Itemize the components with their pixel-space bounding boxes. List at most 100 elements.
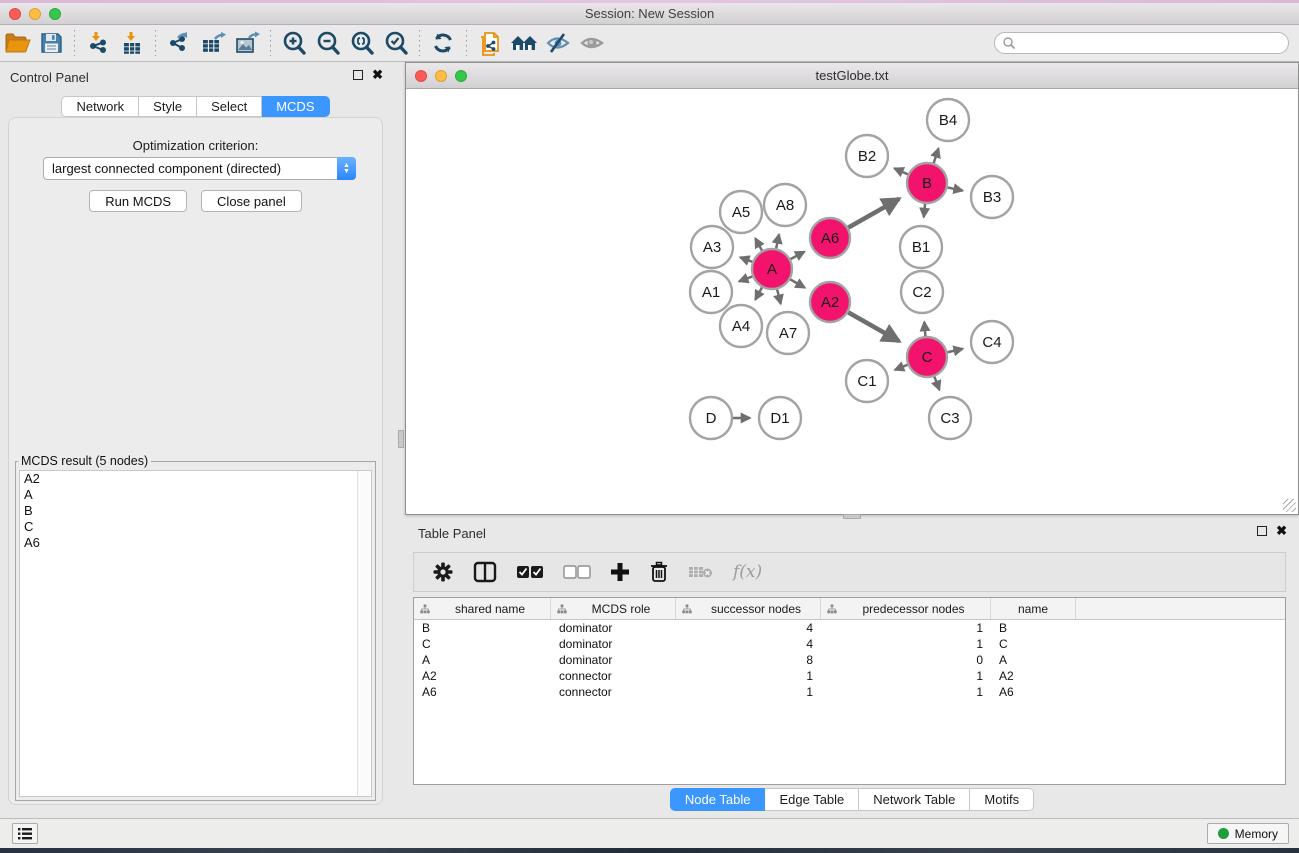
export-table-icon[interactable] bbox=[196, 28, 230, 58]
deselect-all-checkboxes-icon[interactable] bbox=[563, 564, 591, 580]
edge-A-A5[interactable] bbox=[755, 238, 762, 250]
cybrowser-home-icon[interactable] bbox=[507, 28, 541, 58]
table-cell[interactable]: 1 bbox=[676, 669, 821, 683]
table-cell[interactable]: 0 bbox=[821, 653, 991, 667]
edge-B-B1[interactable] bbox=[924, 204, 925, 217]
zoom-out-icon[interactable] bbox=[311, 28, 345, 58]
table-cell[interactable]: 8 bbox=[676, 653, 821, 667]
zoom-selected-icon[interactable] bbox=[379, 28, 413, 58]
function-builder-icon[interactable]: f(x) bbox=[733, 562, 762, 582]
table-cell[interactable]: 1 bbox=[821, 685, 991, 699]
mcds-result-item[interactable]: A bbox=[20, 487, 371, 503]
table-cell[interactable]: A bbox=[991, 653, 1076, 667]
result-scrollbar[interactable] bbox=[357, 471, 371, 796]
refresh-icon[interactable] bbox=[426, 28, 460, 58]
tab-mcds[interactable]: MCDS bbox=[262, 96, 329, 117]
edge-B-B3[interactable] bbox=[948, 187, 963, 190]
memory-button[interactable]: Memory bbox=[1207, 823, 1289, 844]
zoom-fit-icon[interactable] bbox=[345, 28, 379, 58]
delete-table-icon[interactable] bbox=[688, 563, 714, 581]
zoom-in-icon[interactable] bbox=[277, 28, 311, 58]
table-cell[interactable]: A bbox=[414, 653, 551, 667]
show-eye-icon[interactable] bbox=[575, 28, 609, 58]
table-cell[interactable]: 1 bbox=[821, 637, 991, 651]
table-cell[interactable]: B bbox=[414, 621, 551, 635]
table-cell[interactable]: A6 bbox=[414, 685, 551, 699]
column-header-name[interactable]: name bbox=[991, 598, 1076, 619]
network-canvas[interactable]: B4B2BB3A8A5A6A3B1AA1C2A2A4A7C4CC1C3DD1 bbox=[406, 89, 1298, 514]
table-cell[interactable]: 4 bbox=[676, 621, 821, 635]
edge-A-A6[interactable] bbox=[791, 252, 805, 259]
tab-network[interactable]: Network bbox=[61, 96, 139, 117]
table-cell[interactable]: 1 bbox=[821, 621, 991, 635]
open-file-icon[interactable] bbox=[0, 28, 34, 58]
task-history-list-icon[interactable] bbox=[12, 823, 38, 844]
tab-network-table[interactable]: Network Table bbox=[859, 788, 970, 811]
table-cell[interactable]: 4 bbox=[676, 637, 821, 651]
hide-graphics-icon[interactable] bbox=[541, 28, 575, 58]
table-cell[interactable]: dominator bbox=[551, 653, 676, 667]
delete-trash-icon[interactable] bbox=[649, 561, 669, 583]
table-cell[interactable]: C bbox=[991, 637, 1076, 651]
table-row[interactable]: Adominator80A bbox=[414, 652, 1285, 668]
import-network-icon[interactable] bbox=[81, 28, 115, 58]
float-table-panel-icon[interactable] bbox=[1257, 526, 1267, 536]
edge-A-A4[interactable] bbox=[755, 287, 762, 299]
mcds-result-item[interactable]: A2 bbox=[20, 471, 371, 487]
edge-A-A3[interactable] bbox=[740, 257, 752, 261]
search-input[interactable] bbox=[1016, 34, 1288, 52]
tab-style[interactable]: Style bbox=[139, 96, 197, 117]
table-cell[interactable]: B bbox=[991, 621, 1076, 635]
edge-C-C3[interactable] bbox=[934, 377, 939, 390]
column-header-MCDS-role[interactable]: MCDS role bbox=[551, 598, 676, 619]
close-panel-button[interactable]: Close panel bbox=[201, 190, 302, 212]
column-layout-icon[interactable] bbox=[473, 561, 497, 583]
edge-A-A8[interactable] bbox=[776, 234, 779, 248]
splitter-handle-horizontal[interactable] bbox=[843, 514, 861, 519]
export-network-icon[interactable] bbox=[162, 28, 196, 58]
tab-motifs[interactable]: Motifs bbox=[970, 788, 1034, 811]
table-cell[interactable]: A6 bbox=[991, 685, 1076, 699]
select-all-checkboxes-icon[interactable] bbox=[516, 564, 544, 580]
column-header-successor-nodes[interactable]: successor nodes bbox=[676, 598, 821, 619]
edge-C-C2[interactable] bbox=[924, 322, 925, 336]
splitter-handle-vertical[interactable] bbox=[398, 430, 404, 448]
mcds-result-item[interactable]: A6 bbox=[20, 535, 371, 551]
table-cell[interactable]: C bbox=[414, 637, 551, 651]
table-row[interactable]: Cdominator41C bbox=[414, 636, 1285, 652]
new-network-icon[interactable] bbox=[473, 28, 507, 58]
table-cell[interactable]: dominator bbox=[551, 637, 676, 651]
tab-select[interactable]: Select bbox=[197, 96, 262, 117]
table-row[interactable]: A2connector11A2 bbox=[414, 668, 1285, 684]
export-image-icon[interactable] bbox=[230, 28, 264, 58]
criterion-dropdown[interactable]: largest connected component (directed) ▲… bbox=[43, 157, 356, 180]
resize-grip-icon[interactable] bbox=[1283, 499, 1296, 512]
import-table-icon[interactable] bbox=[115, 28, 149, 58]
table-cell[interactable]: 1 bbox=[676, 685, 821, 699]
tab-node-table[interactable]: Node Table bbox=[670, 788, 766, 811]
run-mcds-button[interactable]: Run MCDS bbox=[89, 190, 187, 212]
edge-C-C1[interactable] bbox=[895, 365, 908, 370]
close-table-panel-icon[interactable]: ✖ bbox=[1276, 526, 1287, 536]
mcds-result-item[interactable]: C bbox=[20, 519, 371, 535]
table-cell[interactable]: A2 bbox=[414, 669, 551, 683]
table-cell[interactable]: A2 bbox=[991, 669, 1076, 683]
table-cell[interactable]: 1 bbox=[821, 669, 991, 683]
edge-A-A1[interactable] bbox=[739, 276, 752, 281]
edge-B-B2[interactable] bbox=[894, 168, 907, 174]
table-row[interactable]: A6connector11A6 bbox=[414, 684, 1285, 700]
column-header-predecessor-nodes[interactable]: predecessor nodes bbox=[821, 598, 991, 619]
add-column-plus-icon[interactable] bbox=[610, 562, 630, 582]
edge-A2-C[interactable] bbox=[848, 312, 899, 341]
save-session-icon[interactable] bbox=[34, 28, 68, 58]
table-settings-gear-icon[interactable] bbox=[432, 561, 454, 583]
edge-B-B4[interactable] bbox=[934, 148, 939, 163]
mcds-result-item[interactable]: B bbox=[20, 503, 371, 519]
edge-A6-B[interactable] bbox=[848, 199, 899, 228]
edge-A-A2[interactable] bbox=[790, 279, 805, 287]
column-header-shared-name[interactable]: shared name bbox=[414, 598, 551, 619]
close-panel-icon[interactable]: ✖ bbox=[372, 70, 383, 80]
table-cell[interactable]: connector bbox=[551, 669, 676, 683]
table-row[interactable]: Bdominator41B bbox=[414, 620, 1285, 636]
table-cell[interactable]: dominator bbox=[551, 621, 676, 635]
